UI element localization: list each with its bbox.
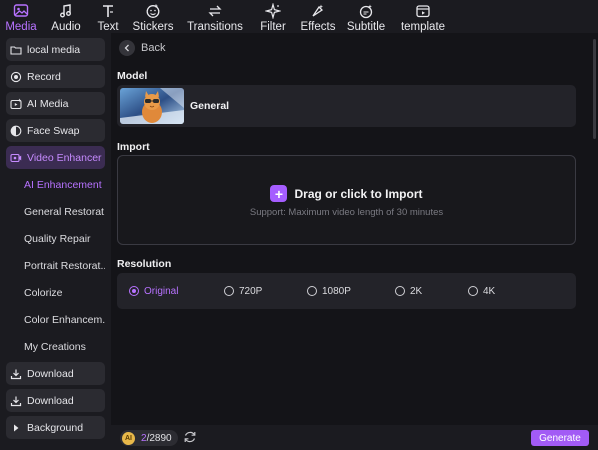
tab-subtitle-label: Subtitle: [346, 21, 386, 33]
resolution-label: Original: [144, 285, 179, 297]
sidebar-subitem-general-restoration[interactable]: General Restorat...: [6, 200, 105, 223]
face-swap-icon: [10, 125, 22, 137]
sidebar-item-download-1[interactable]: Download: [6, 362, 105, 385]
tab-filter[interactable]: Filter: [250, 0, 296, 33]
sidebar-subitem-quality-repair[interactable]: Quality Repair: [6, 227, 105, 250]
download-icon: [10, 395, 22, 407]
record-icon: [10, 71, 22, 83]
import-dropzone[interactable]: + Drag or click to Import Support: Maxim…: [117, 155, 576, 245]
template-icon: [416, 5, 430, 18]
tab-filter-label: Filter: [260, 21, 286, 33]
radio-icon: [129, 286, 139, 296]
sidebar-item-label: Video Enhancer: [27, 151, 102, 164]
folder-icon: [10, 44, 22, 56]
sidebar-item-local-media[interactable]: local media: [6, 38, 105, 61]
radio-icon: [224, 286, 234, 296]
effects-icon: [312, 4, 324, 17]
transitions-icon: [208, 5, 222, 17]
sidebar-item-background[interactable]: Background: [6, 416, 105, 439]
plus-icon: +: [270, 185, 288, 202]
resolution-section-title: Resolution: [117, 258, 172, 270]
tab-effects[interactable]: Effects: [296, 0, 340, 33]
model-section-title: Model: [117, 70, 148, 82]
scrollbar[interactable]: [593, 39, 596, 139]
music-note-icon: [60, 4, 71, 18]
model-thumbnail: [120, 88, 184, 124]
model-name: General: [190, 100, 230, 112]
tab-text-label: Text: [97, 21, 119, 33]
sidebar-item-record[interactable]: Record: [6, 65, 105, 88]
sidebar-subitem-portrait-restoration[interactable]: Portrait Restorat...: [6, 254, 105, 277]
tab-transitions-label: Transitions: [187, 21, 243, 33]
tab-audio-label: Audio: [51, 21, 81, 33]
resolution-options: Original 720P 1080P 2K 4K: [117, 273, 576, 309]
sidebar-item-face-swap[interactable]: Face Swap: [6, 119, 105, 142]
bottom-bar: AI 2/2890 Generate: [111, 425, 598, 450]
resolution-option-4k[interactable]: 4K: [468, 273, 495, 309]
sparkle-icon: [265, 3, 281, 19]
resolution-label: 720P: [239, 285, 263, 297]
import-text: Drag or click to Import: [294, 186, 423, 201]
ai-media-icon: [10, 98, 22, 110]
sidebar-item-label: Record: [27, 70, 61, 83]
radio-icon: [395, 286, 405, 296]
resolution-option-1080p[interactable]: 1080P: [307, 273, 351, 309]
radio-icon: [468, 286, 478, 296]
generate-button[interactable]: Generate: [531, 430, 589, 446]
text-icon: [103, 5, 113, 17]
tab-stickers[interactable]: Stickers: [126, 0, 180, 33]
sidebar-item-label: Background: [27, 421, 84, 434]
download-icon: [10, 368, 22, 380]
tab-media-label: Media: [5, 21, 37, 33]
top-toolbar: Media Audio Text Stickers Transitions Fi…: [0, 0, 598, 33]
sidebar-item-video-enhancer[interactable]: Video Enhancer: [6, 146, 105, 169]
video-enhancer-icon: [10, 152, 22, 164]
credits-badge: AI 2/2890: [120, 430, 178, 446]
caret-right-icon: [10, 422, 22, 434]
resolution-label: 1080P: [322, 285, 351, 297]
sticker-icon: [146, 4, 160, 18]
chevron-left-icon: [124, 44, 129, 52]
ai-coin-icon: AI: [122, 431, 135, 445]
credits-total: /2890: [146, 432, 172, 444]
main-panel: Back Model General Import + Drag or clic…: [111, 33, 598, 425]
sidebar-item-label: Download: [27, 394, 74, 407]
back-label[interactable]: Back: [141, 42, 165, 54]
tab-media[interactable]: Media: [0, 0, 42, 33]
import-row: + Drag or click to Import: [118, 185, 575, 202]
resolution-label: 4K: [483, 285, 496, 297]
tab-text[interactable]: Text: [90, 0, 126, 33]
tab-template-label: template: [400, 21, 446, 33]
tab-subtitle[interactable]: Subtitle: [340, 0, 392, 33]
radio-icon: [307, 286, 317, 296]
resolution-label: 2K: [410, 285, 423, 297]
resolution-option-original[interactable]: Original: [129, 273, 178, 309]
sidebar-item-label: local media: [27, 43, 81, 56]
model-card[interactable]: General: [117, 85, 576, 127]
import-support-text: Support: Maximum video length of 30 minu…: [249, 207, 444, 218]
sidebar-subitem-my-creations[interactable]: My Creations: [6, 335, 105, 358]
sidebar-subitem-colorize[interactable]: Colorize: [6, 281, 105, 304]
resolution-option-2k[interactable]: 2K: [395, 273, 422, 309]
back-button[interactable]: [119, 40, 135, 56]
tab-effects-label: Effects: [300, 21, 336, 33]
sidebar-subitem-color-enhancement[interactable]: Color Enhancem...: [6, 308, 105, 331]
sidebar-item-label: Download: [27, 367, 74, 380]
sidebar: local media Record AI Media Face Swap Vi…: [0, 33, 111, 450]
tab-stickers-label: Stickers: [132, 21, 174, 33]
resolution-option-720p[interactable]: 720P: [224, 273, 262, 309]
import-section-title: Import: [117, 141, 150, 153]
sidebar-item-ai-media[interactable]: AI Media: [6, 92, 105, 115]
tab-template[interactable]: template: [392, 0, 454, 33]
sidebar-subitem-ai-enhancement[interactable]: AI Enhancement: [6, 173, 105, 196]
tab-audio[interactable]: Audio: [42, 0, 90, 33]
media-icon: [13, 4, 29, 17]
tab-transitions[interactable]: Transitions: [180, 0, 250, 33]
sidebar-item-label: AI Media: [27, 97, 69, 110]
subtitle-icon: [359, 4, 373, 19]
credits-text: 2/2890: [141, 433, 172, 444]
sidebar-item-label: Face Swap: [27, 124, 80, 137]
sidebar-item-download-2[interactable]: Download: [6, 389, 105, 412]
refresh-icon[interactable]: [183, 430, 197, 444]
